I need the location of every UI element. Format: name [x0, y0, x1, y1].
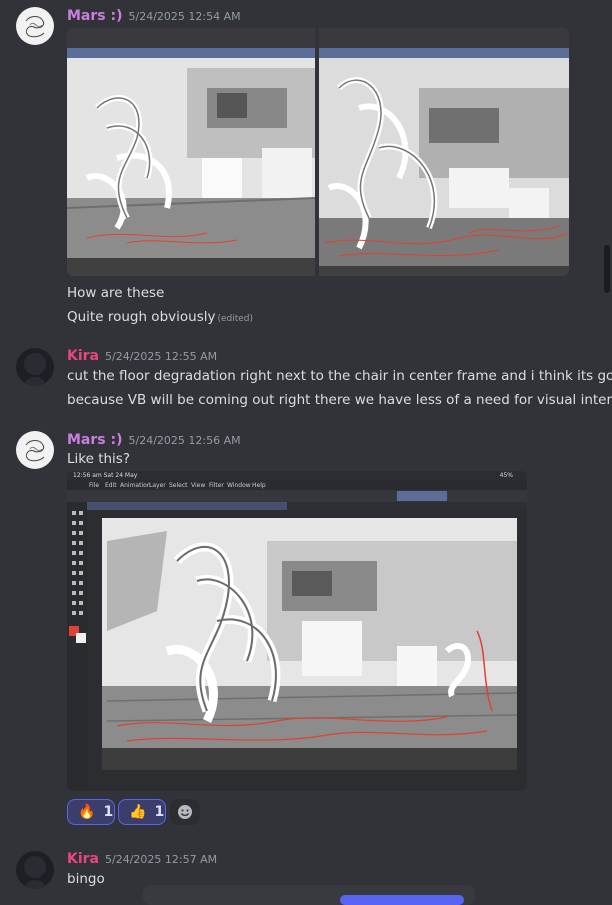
- avatar[interactable]: [16, 431, 54, 469]
- thumbs-up-emoji-icon: 👍: [129, 804, 147, 820]
- timestamp: 5/24/2025 12:56 AM: [128, 434, 241, 447]
- username[interactable]: Mars :): [67, 8, 123, 24]
- ipad-screenshot[interactable]: 12:56 am Sat 24 May 45% File Edit Animat…: [67, 471, 527, 791]
- edited-label: (edited): [217, 314, 254, 324]
- reaction-count: 1: [154, 804, 165, 820]
- reaction-count: 1: [103, 804, 114, 820]
- avatar[interactable]: [16, 7, 54, 45]
- reaction-fire[interactable]: 🔥 1: [67, 799, 115, 825]
- reaction-thumbs-up[interactable]: 👍 1: [118, 799, 166, 825]
- add-reaction-button[interactable]: [170, 799, 200, 825]
- timestamp: 5/24/2025 12:55 AM: [105, 350, 218, 363]
- username[interactable]: Kira: [67, 851, 99, 867]
- timestamp: 5/24/2025 12:57 AM: [105, 853, 218, 866]
- message-kira-1: Kira 5/24/2025 12:55 AM cut the floor deg…: [0, 340, 612, 420]
- message-text: cut the floor degradation right next to …: [67, 368, 612, 384]
- emoji-add-icon: [178, 805, 192, 819]
- avatar-sketch-icon: [25, 16, 45, 38]
- sketch-image-right[interactable]: [319, 28, 569, 276]
- username[interactable]: Mars :): [67, 432, 123, 448]
- message-mars-2: Mars :) 5/24/2025 12:56 AM Like this? 12:…: [0, 424, 600, 834]
- avatar-silhouette-icon: [24, 856, 46, 889]
- avatar-silhouette-icon: [24, 353, 46, 386]
- avatar-sketch-icon: [25, 440, 45, 462]
- username[interactable]: Kira: [67, 348, 99, 364]
- avatar[interactable]: [16, 348, 54, 386]
- message-text: How are these: [67, 285, 165, 301]
- message-text: bingo: [67, 871, 105, 887]
- avatar[interactable]: [16, 851, 54, 889]
- fire-emoji-icon: 🔥: [78, 804, 96, 820]
- sketch-image-left[interactable]: [67, 28, 315, 276]
- message-mars-1: Mars :) 5/24/2025 12:54 AM How are these…: [0, 0, 600, 330]
- canvas-artwork: [67, 490, 527, 791]
- attachment-gallery: [67, 28, 569, 276]
- scrollbar-thumb[interactable]: [604, 245, 610, 293]
- message-text-line: Quite rough obviously: [67, 309, 216, 325]
- timestamp: 5/24/2025 12:54 AM: [128, 10, 241, 23]
- message-text: because VB will be coming out right ther…: [67, 392, 612, 408]
- composer-action-button[interactable]: [340, 895, 464, 905]
- message-text: Quite rough obviously (edited): [67, 309, 253, 325]
- message-text: Like this?: [67, 451, 131, 467]
